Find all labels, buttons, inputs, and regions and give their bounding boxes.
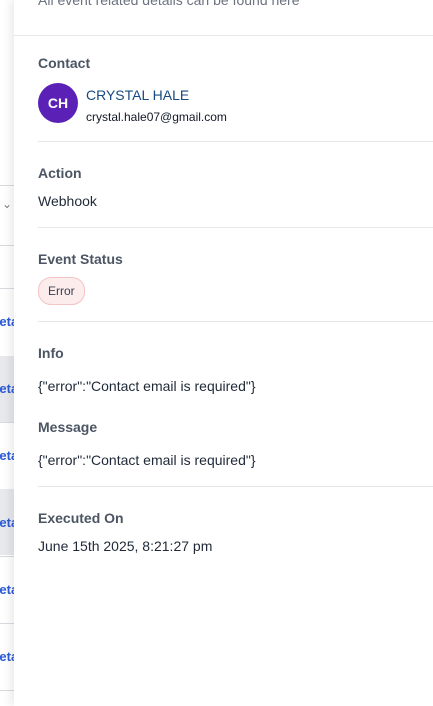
contact-label: Contact [38, 55, 91, 71]
bg-divider [0, 422, 14, 423]
bg-divider [0, 690, 14, 691]
row-details-link[interactable]: Details [0, 381, 14, 396]
drawer-subtitle: All event related details can be found h… [38, 0, 300, 8]
message-label: Message [38, 419, 98, 435]
executed-on-label: Executed On [38, 510, 124, 526]
row-details-link[interactable]: Details [0, 582, 14, 597]
header-divider [14, 35, 433, 36]
section-divider [38, 321, 433, 322]
section-divider [38, 227, 433, 228]
info-label: Info [38, 345, 64, 361]
info-value: {"error":"Contact email is required"} [38, 378, 256, 394]
row-details-link[interactable]: Details [0, 448, 14, 463]
status-badge: Error [38, 277, 85, 305]
action-label: Action [38, 165, 82, 181]
row-details-link[interactable]: Details [0, 314, 14, 329]
bg-divider [0, 556, 14, 557]
section-divider [38, 141, 433, 142]
avatar: CH [38, 83, 78, 123]
row-details-link[interactable]: Details [0, 649, 14, 664]
bg-divider [0, 245, 14, 246]
bg-divider [0, 185, 14, 186]
bg-divider [0, 288, 14, 289]
contact-name-link[interactable]: CRYSTAL HALE [86, 87, 189, 103]
bg-divider [0, 623, 14, 624]
section-divider [38, 486, 433, 487]
background-page: ⌄ Details Details Details Details Detail… [0, 0, 14, 706]
action-value: Webhook [38, 193, 97, 209]
contact-email: crystal.hale07@gmail.com [86, 110, 227, 124]
row-details-link[interactable]: Details [0, 515, 14, 530]
message-value: {"error":"Contact email is required"} [38, 452, 256, 468]
chevron-down-icon[interactable]: ⌄ [2, 197, 12, 211]
event-status-label: Event Status [38, 251, 123, 267]
executed-on-value: June 15th 2025, 8:21:27 pm [38, 538, 213, 554]
event-details-drawer: All event related details can be found h… [14, 0, 433, 706]
